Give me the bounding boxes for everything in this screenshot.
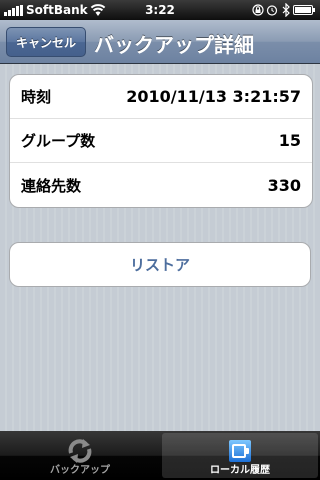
time-value: 2010/11/13 3:21:57	[126, 87, 301, 106]
restore-button[interactable]: リストア	[9, 242, 311, 287]
status-bar: SoftBank 3:22	[0, 0, 320, 20]
contact-count-label: 連絡先数	[21, 176, 82, 195]
tab-local-history[interactable]: ローカル履歴	[162, 433, 318, 478]
rotation-lock-icon	[252, 4, 264, 16]
alarm-icon	[266, 5, 278, 16]
group-count-value: 15	[278, 131, 301, 150]
tab-backup-label: バックアップ	[50, 465, 110, 476]
page-title: バックアップ詳細	[94, 33, 254, 57]
time-label: 時刻	[21, 88, 52, 106]
tab-local-history-label: ローカル履歴	[210, 465, 270, 476]
group-count-label: グループ数	[21, 132, 96, 150]
cancel-button[interactable]: キャンセル	[6, 27, 87, 57]
battery-icon	[293, 5, 315, 15]
backup-details-table: 時刻 2010/11/13 3:21:57 グループ数 15 連絡先数 330	[9, 74, 313, 208]
contact-count-row: 連絡先数 330	[10, 163, 312, 207]
time-row: 時刻 2010/11/13 3:21:57	[10, 75, 312, 119]
tab-backup[interactable]: バックアップ	[2, 433, 158, 478]
group-count-row: グループ数 15	[10, 119, 312, 163]
tab-bar: バックアップ ローカル履歴	[0, 431, 320, 480]
navigation-bar: キャンセル バックアップ詳細	[0, 20, 320, 64]
contact-count-value: 330	[267, 175, 301, 195]
bluetooth-icon	[282, 3, 290, 17]
